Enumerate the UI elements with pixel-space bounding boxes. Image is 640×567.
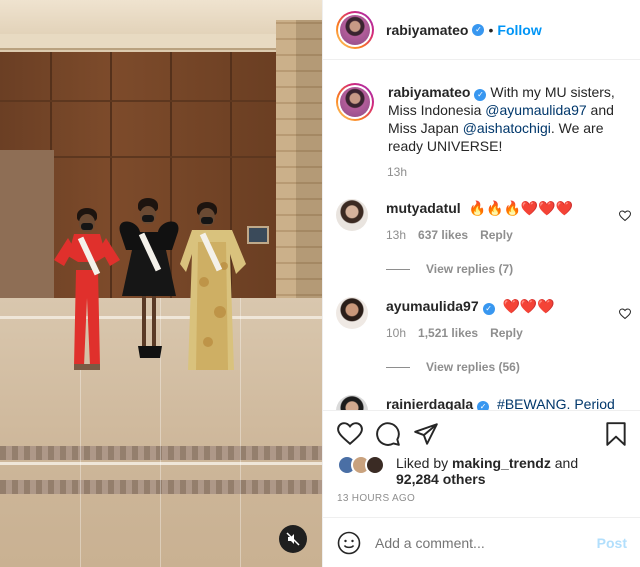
photo-wall-sign bbox=[247, 226, 269, 244]
post-header: rabiyamateo ✓ • Follow bbox=[323, 0, 640, 60]
commenter-avatar[interactable] bbox=[336, 199, 368, 231]
comment-time[interactable]: 13h bbox=[386, 228, 406, 242]
verified-badge-icon: ✓ bbox=[472, 23, 485, 36]
caption-text: rabiyamateo ✓ With my MU sisters, Miss In… bbox=[388, 84, 615, 154]
action-icons-row bbox=[337, 421, 629, 447]
reply-button[interactable]: Reply bbox=[490, 326, 523, 340]
share-icon[interactable] bbox=[413, 421, 439, 447]
photo-doorway bbox=[0, 150, 54, 300]
heart-icon[interactable] bbox=[619, 308, 631, 320]
caption-time[interactable]: 13h bbox=[387, 165, 407, 179]
view-replies-button[interactable]: View replies (56) bbox=[386, 360, 520, 374]
post-photo[interactable] bbox=[0, 0, 322, 567]
comment-time[interactable]: 10h bbox=[386, 326, 406, 340]
verified-badge-icon: ✓ bbox=[477, 401, 490, 410]
commenter-username[interactable]: rainierdagala bbox=[386, 396, 473, 410]
commenter-username[interactable]: mutyadatul bbox=[386, 200, 461, 216]
commenter-username[interactable]: ayumaulida97 bbox=[386, 298, 479, 314]
post-side-panel: rabiyamateo ✓ • Follow rabiyamateo ✓ With… bbox=[322, 0, 640, 567]
header-separator: • bbox=[488, 21, 494, 38]
post-actions: Liked by making_trendz and 92,284 others… bbox=[323, 410, 640, 567]
mention-link[interactable]: @aishatochigi bbox=[463, 120, 551, 136]
comments-list[interactable]: rabiyamateo ✓ With my MU sisters, Miss In… bbox=[323, 61, 640, 410]
mention-link[interactable]: @ayumaulida97 bbox=[485, 102, 586, 118]
comment-item: mutyadatul 🔥🔥🔥❤️❤️❤️ 13h 637 likes Reply bbox=[336, 199, 636, 242]
comment-text: ❤️❤️❤️ bbox=[502, 298, 555, 314]
mute-icon bbox=[286, 532, 300, 546]
caption-username[interactable]: rabiyamateo bbox=[388, 84, 470, 100]
person-black-outfit bbox=[116, 198, 182, 366]
comment-icon[interactable] bbox=[375, 421, 401, 447]
liked-by-user[interactable]: making_trendz bbox=[452, 455, 551, 471]
reply-button[interactable]: Reply bbox=[480, 228, 513, 242]
comment-item: ayumaulida97 ✓ ❤️❤️❤️ 10h 1,521 likes Rep… bbox=[336, 297, 636, 340]
author-username[interactable]: rabiyamateo bbox=[386, 22, 468, 38]
likes-count[interactable]: 92,284 others bbox=[396, 471, 486, 487]
photo-beam bbox=[0, 34, 300, 50]
heart-icon[interactable] bbox=[337, 421, 363, 447]
post-comment-button[interactable]: Post bbox=[597, 535, 627, 551]
mute-button[interactable] bbox=[279, 525, 307, 553]
comment-text: 🔥🔥🔥❤️❤️❤️ bbox=[468, 200, 574, 216]
add-comment-bar: Post bbox=[323, 517, 640, 567]
comment-item: rainierdagala ✓ #BEWANG. Period bbox=[336, 395, 636, 410]
comment-text: #BEWANG. Period bbox=[497, 396, 615, 410]
verified-badge-icon: ✓ bbox=[482, 303, 495, 315]
bookmark-icon[interactable] bbox=[603, 421, 629, 447]
post-caption: rabiyamateo ✓ With my MU sisters, Miss In… bbox=[336, 83, 636, 155]
heart-icon[interactable] bbox=[619, 210, 631, 222]
comment-input[interactable] bbox=[375, 535, 597, 551]
post-timestamp[interactable]: 13 HOURS AGO bbox=[337, 493, 415, 504]
view-replies-button[interactable]: View replies (7) bbox=[386, 262, 513, 276]
person-red-outfit bbox=[52, 208, 122, 376]
person-gold-outfit bbox=[180, 202, 250, 372]
liked-by: Liked by making_trendz and 92,284 others bbox=[337, 455, 586, 487]
comment-likes[interactable]: 637 likes bbox=[418, 228, 468, 242]
liker-avatars[interactable] bbox=[337, 455, 393, 475]
follow-button[interactable]: Follow bbox=[497, 22, 541, 38]
verified-badge-icon: ✓ bbox=[474, 89, 487, 101]
commenter-avatar[interactable] bbox=[336, 297, 368, 329]
comment-likes[interactable]: 1,521 likes bbox=[418, 326, 478, 340]
caption-avatar[interactable] bbox=[336, 83, 374, 121]
emoji-icon[interactable] bbox=[337, 531, 361, 555]
commenter-avatar[interactable] bbox=[336, 395, 368, 410]
author-avatar[interactable] bbox=[336, 10, 374, 49]
